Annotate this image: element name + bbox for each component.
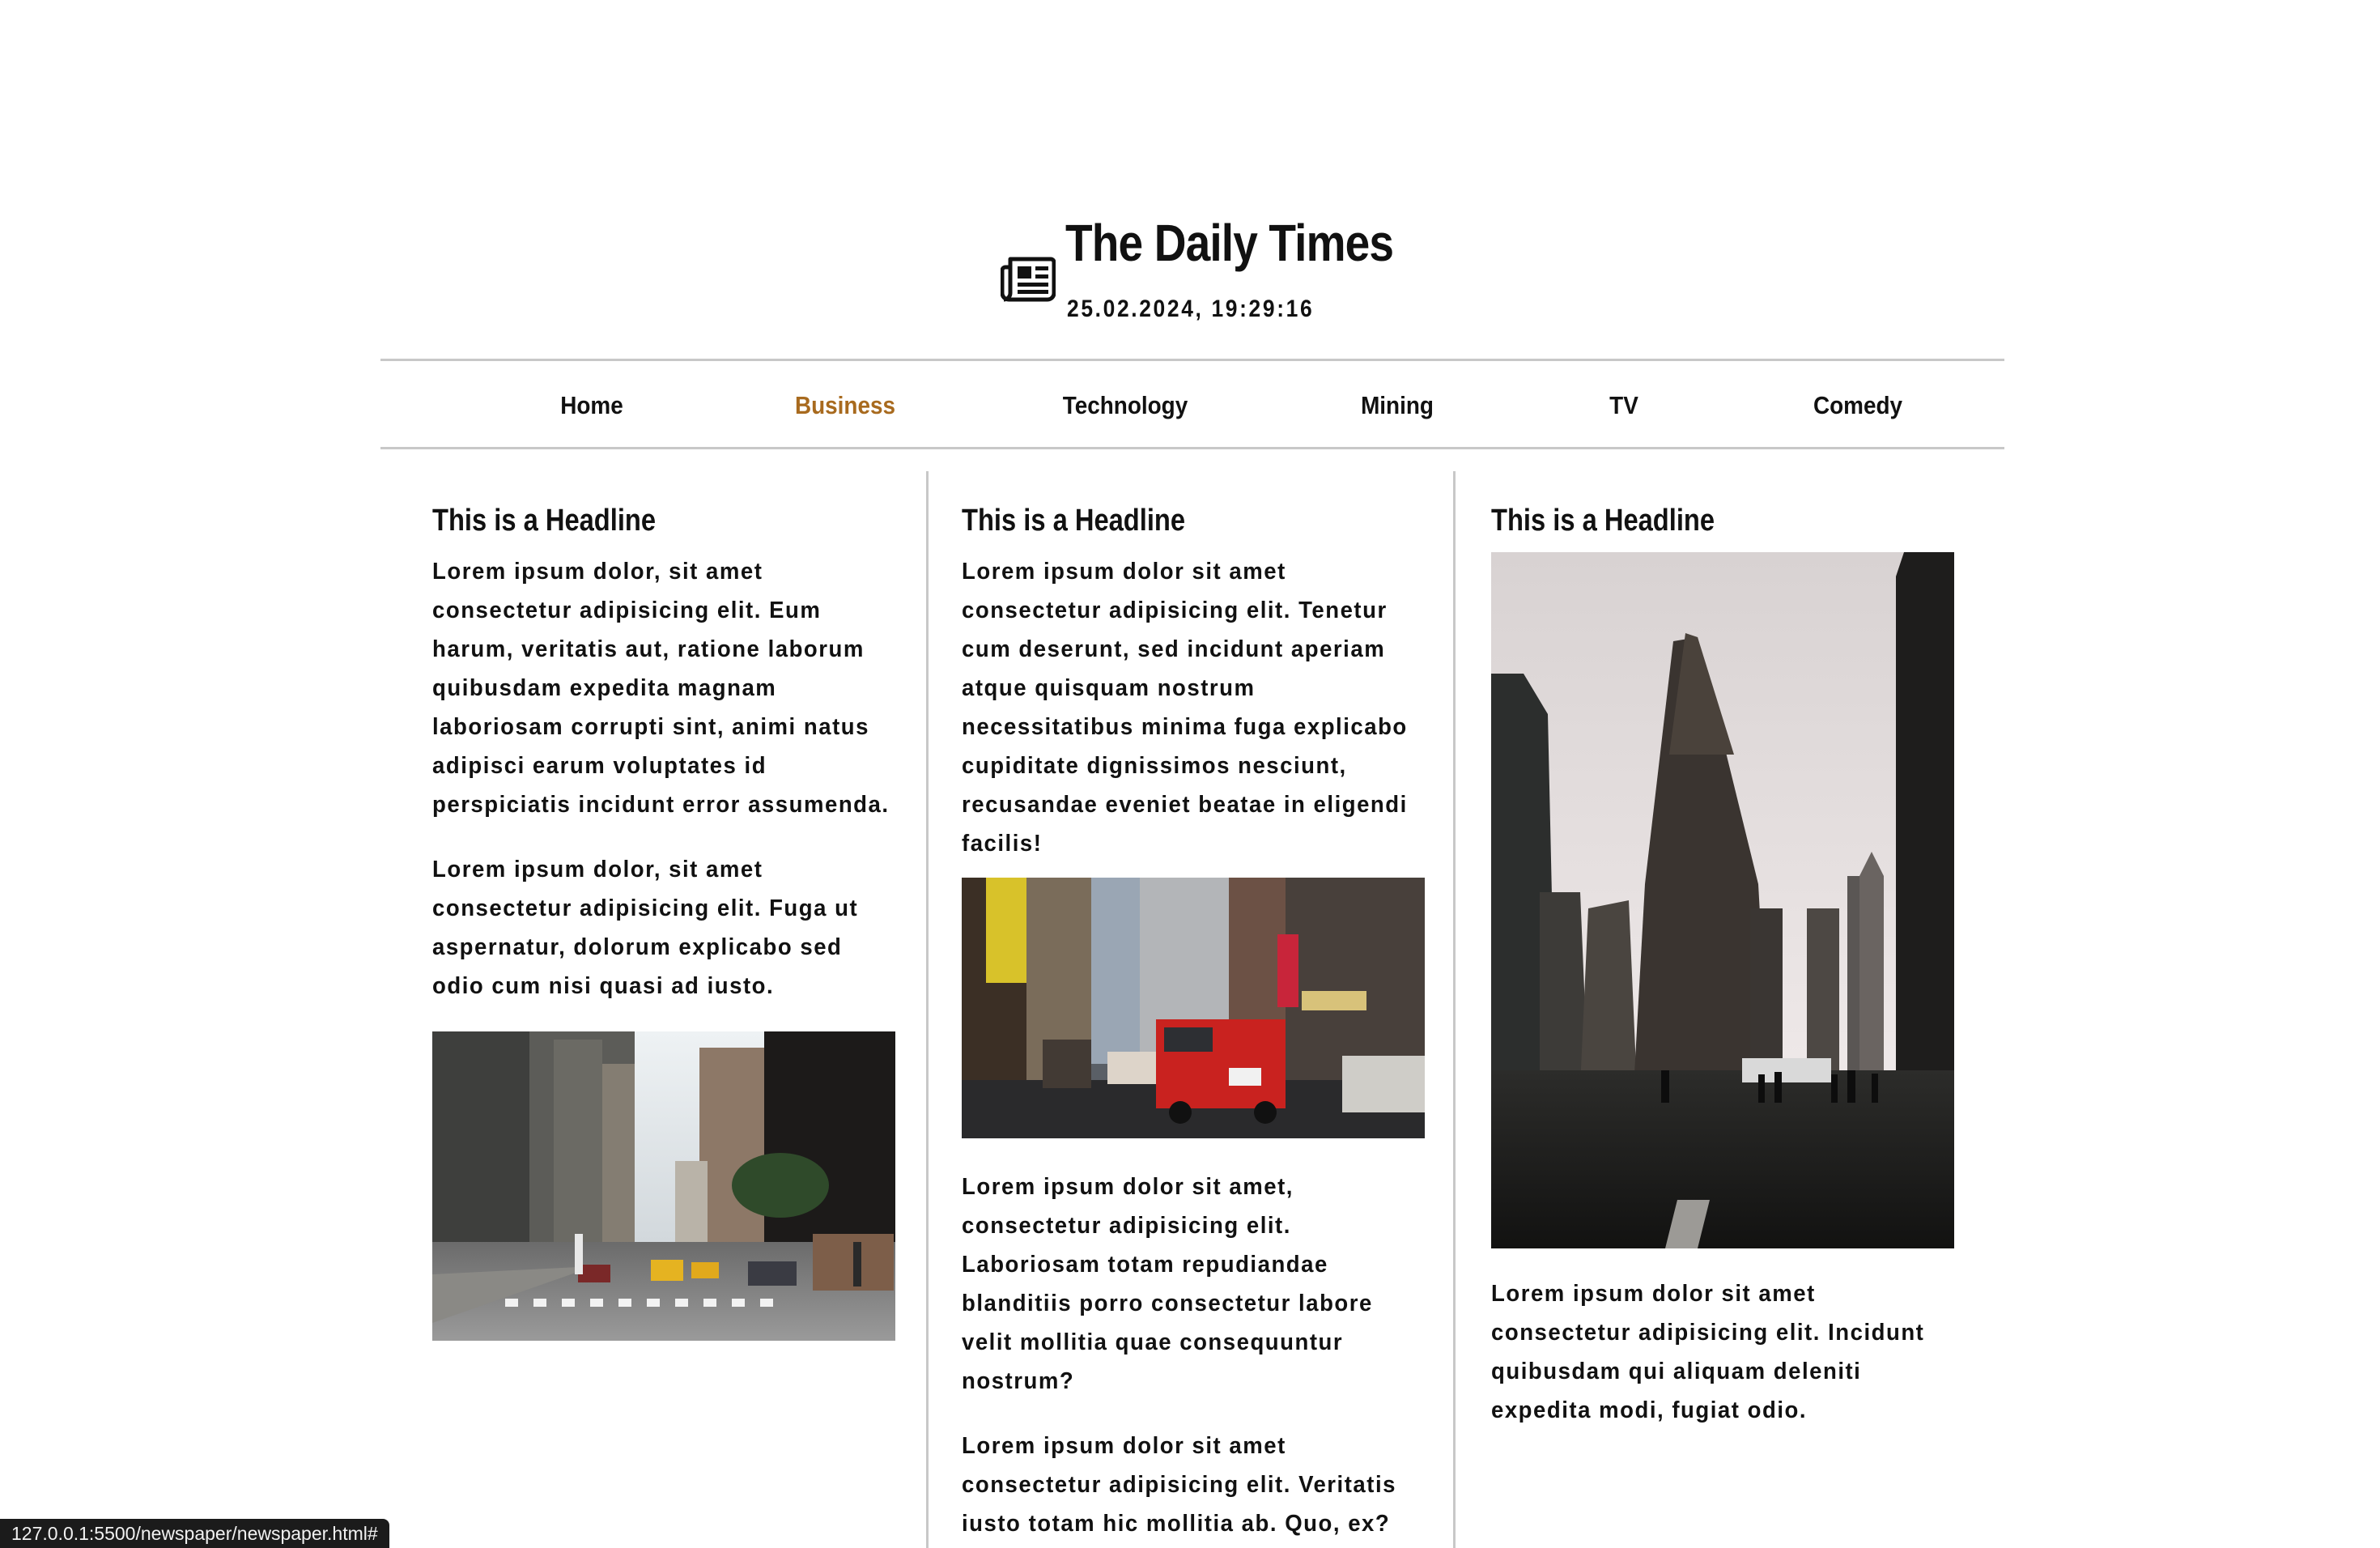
masthead: The Daily Times 25.02.2024, 19:29:16	[0, 212, 2380, 334]
current-datetime: 25.02.2024, 19:29:16	[1067, 296, 1315, 322]
street-crosswalk-photo	[432, 1031, 895, 1341]
newspaper-page: The Daily Times 25.02.2024, 19:29:16 Hom…	[0, 0, 2380, 1548]
nav-home[interactable]: Home	[560, 390, 623, 421]
main-nav: Home Business Technology Mining TV Comed…	[380, 359, 2004, 449]
flatiron-building-photo	[1491, 552, 1954, 1248]
article-paragraph: Lorem ipsum dolor sit amet consectetur a…	[1491, 1281, 1925, 1423]
nav-business[interactable]: Business	[795, 390, 895, 421]
newspaper-icon	[1001, 257, 1056, 302]
site-title: The Daily Times	[1065, 214, 1394, 272]
article-paragraph: Lorem ipsum dolor sit amet consectetur a…	[962, 559, 1408, 857]
article-headline: This is a Headline	[432, 504, 657, 538]
article-paragraph: Lorem ipsum dolor sit amet consectetur a…	[962, 1433, 1396, 1537]
browser-status-url: 127.0.0.1:5500/newspaper/newspaper.html#	[0, 1519, 389, 1548]
nav-comedy[interactable]: Comedy	[1813, 390, 1902, 421]
article-2: This is a Headline Lorem ipsum dolor sit…	[962, 502, 1425, 1548]
nav-tv[interactable]: TV	[1609, 390, 1638, 421]
article-headline: This is a Headline	[1491, 504, 1715, 538]
column-divider	[926, 471, 929, 1548]
nav-technology[interactable]: Technology	[1063, 390, 1188, 421]
article-3: This is a Headline Lorem ipsum dolor sit…	[1491, 502, 1954, 1456]
column-divider	[1453, 471, 1456, 1548]
article-1: This is a Headline Lorem ipsum dolor, si…	[432, 502, 895, 1368]
nav-mining[interactable]: Mining	[1361, 390, 1434, 421]
article-headline: This is a Headline	[962, 504, 1186, 538]
article-paragraph: Lorem ipsum dolor sit amet, consectetur …	[962, 1174, 1373, 1394]
fire-truck-street-photo	[962, 878, 1425, 1138]
article-paragraph: Lorem ipsum dolor, sit amet consectetur …	[432, 559, 890, 818]
article-paragraph: Lorem ipsum dolor, sit amet consectetur …	[432, 857, 859, 999]
